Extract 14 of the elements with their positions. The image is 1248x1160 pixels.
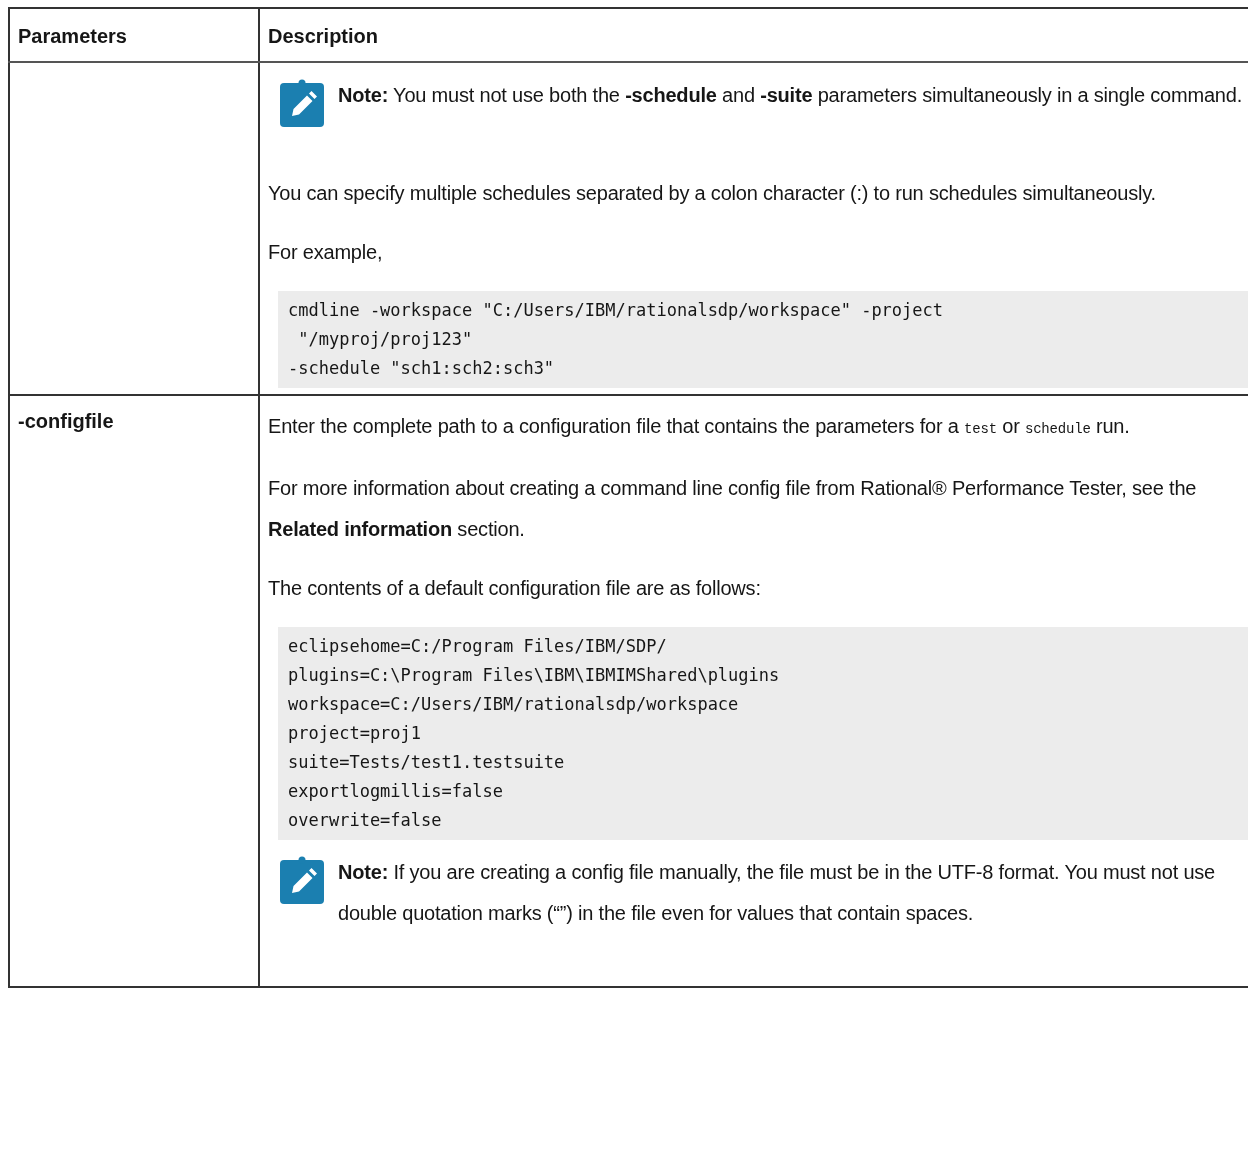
description-text: For example, bbox=[268, 240, 384, 265]
note-pencil-icon bbox=[280, 79, 324, 127]
description-text: You can specify multiple schedules separated by a colon character (:) to run schedules simultaneously. bbox=[268, 181, 1157, 206]
description-text: The contents of a default configuration file are as follows: bbox=[268, 576, 762, 601]
description-text: For more information about creating a command line config file from Rational® Performance Tester, see the Related information section. bbox=[268, 476, 1198, 542]
note-pencil-icon bbox=[280, 856, 324, 904]
note-text: Note: If you are creating a config file manually, the file must be in the UTF-8 format. You must not use double quotation marks (“”) in the file even for values that contain spaces. bbox=[338, 860, 1217, 926]
code-block: cmdline -workspace "C:/Users/IBM/rationalsdp/workspace" -project "/myproj/proj123" -schedule "sch1:sch2:sch3" bbox=[278, 291, 1248, 388]
column-header: Parameters bbox=[9, 8, 259, 62]
column-header: Description bbox=[259, 8, 1248, 62]
description-text: Enter the complete path to a configuration file that contains the parameters for a test or schedule run. bbox=[268, 414, 1131, 439]
parameter-name: -configfile bbox=[18, 410, 114, 433]
code-block: eclipsehome=C:/Program Files/IBM/SDP/ plugins=C:\Program Files\IBM\IBMIMShared\plugins workspace=C:/Users/IBM/rationalsdp/workspace project=proj1 suite=Tests/test1.testsuite exportlogmillis=false overwrite=false bbox=[278, 627, 1248, 840]
note-text: Note: You must not use both the -schedule and -suite parameters simultaneously in a single command. bbox=[338, 83, 1243, 108]
